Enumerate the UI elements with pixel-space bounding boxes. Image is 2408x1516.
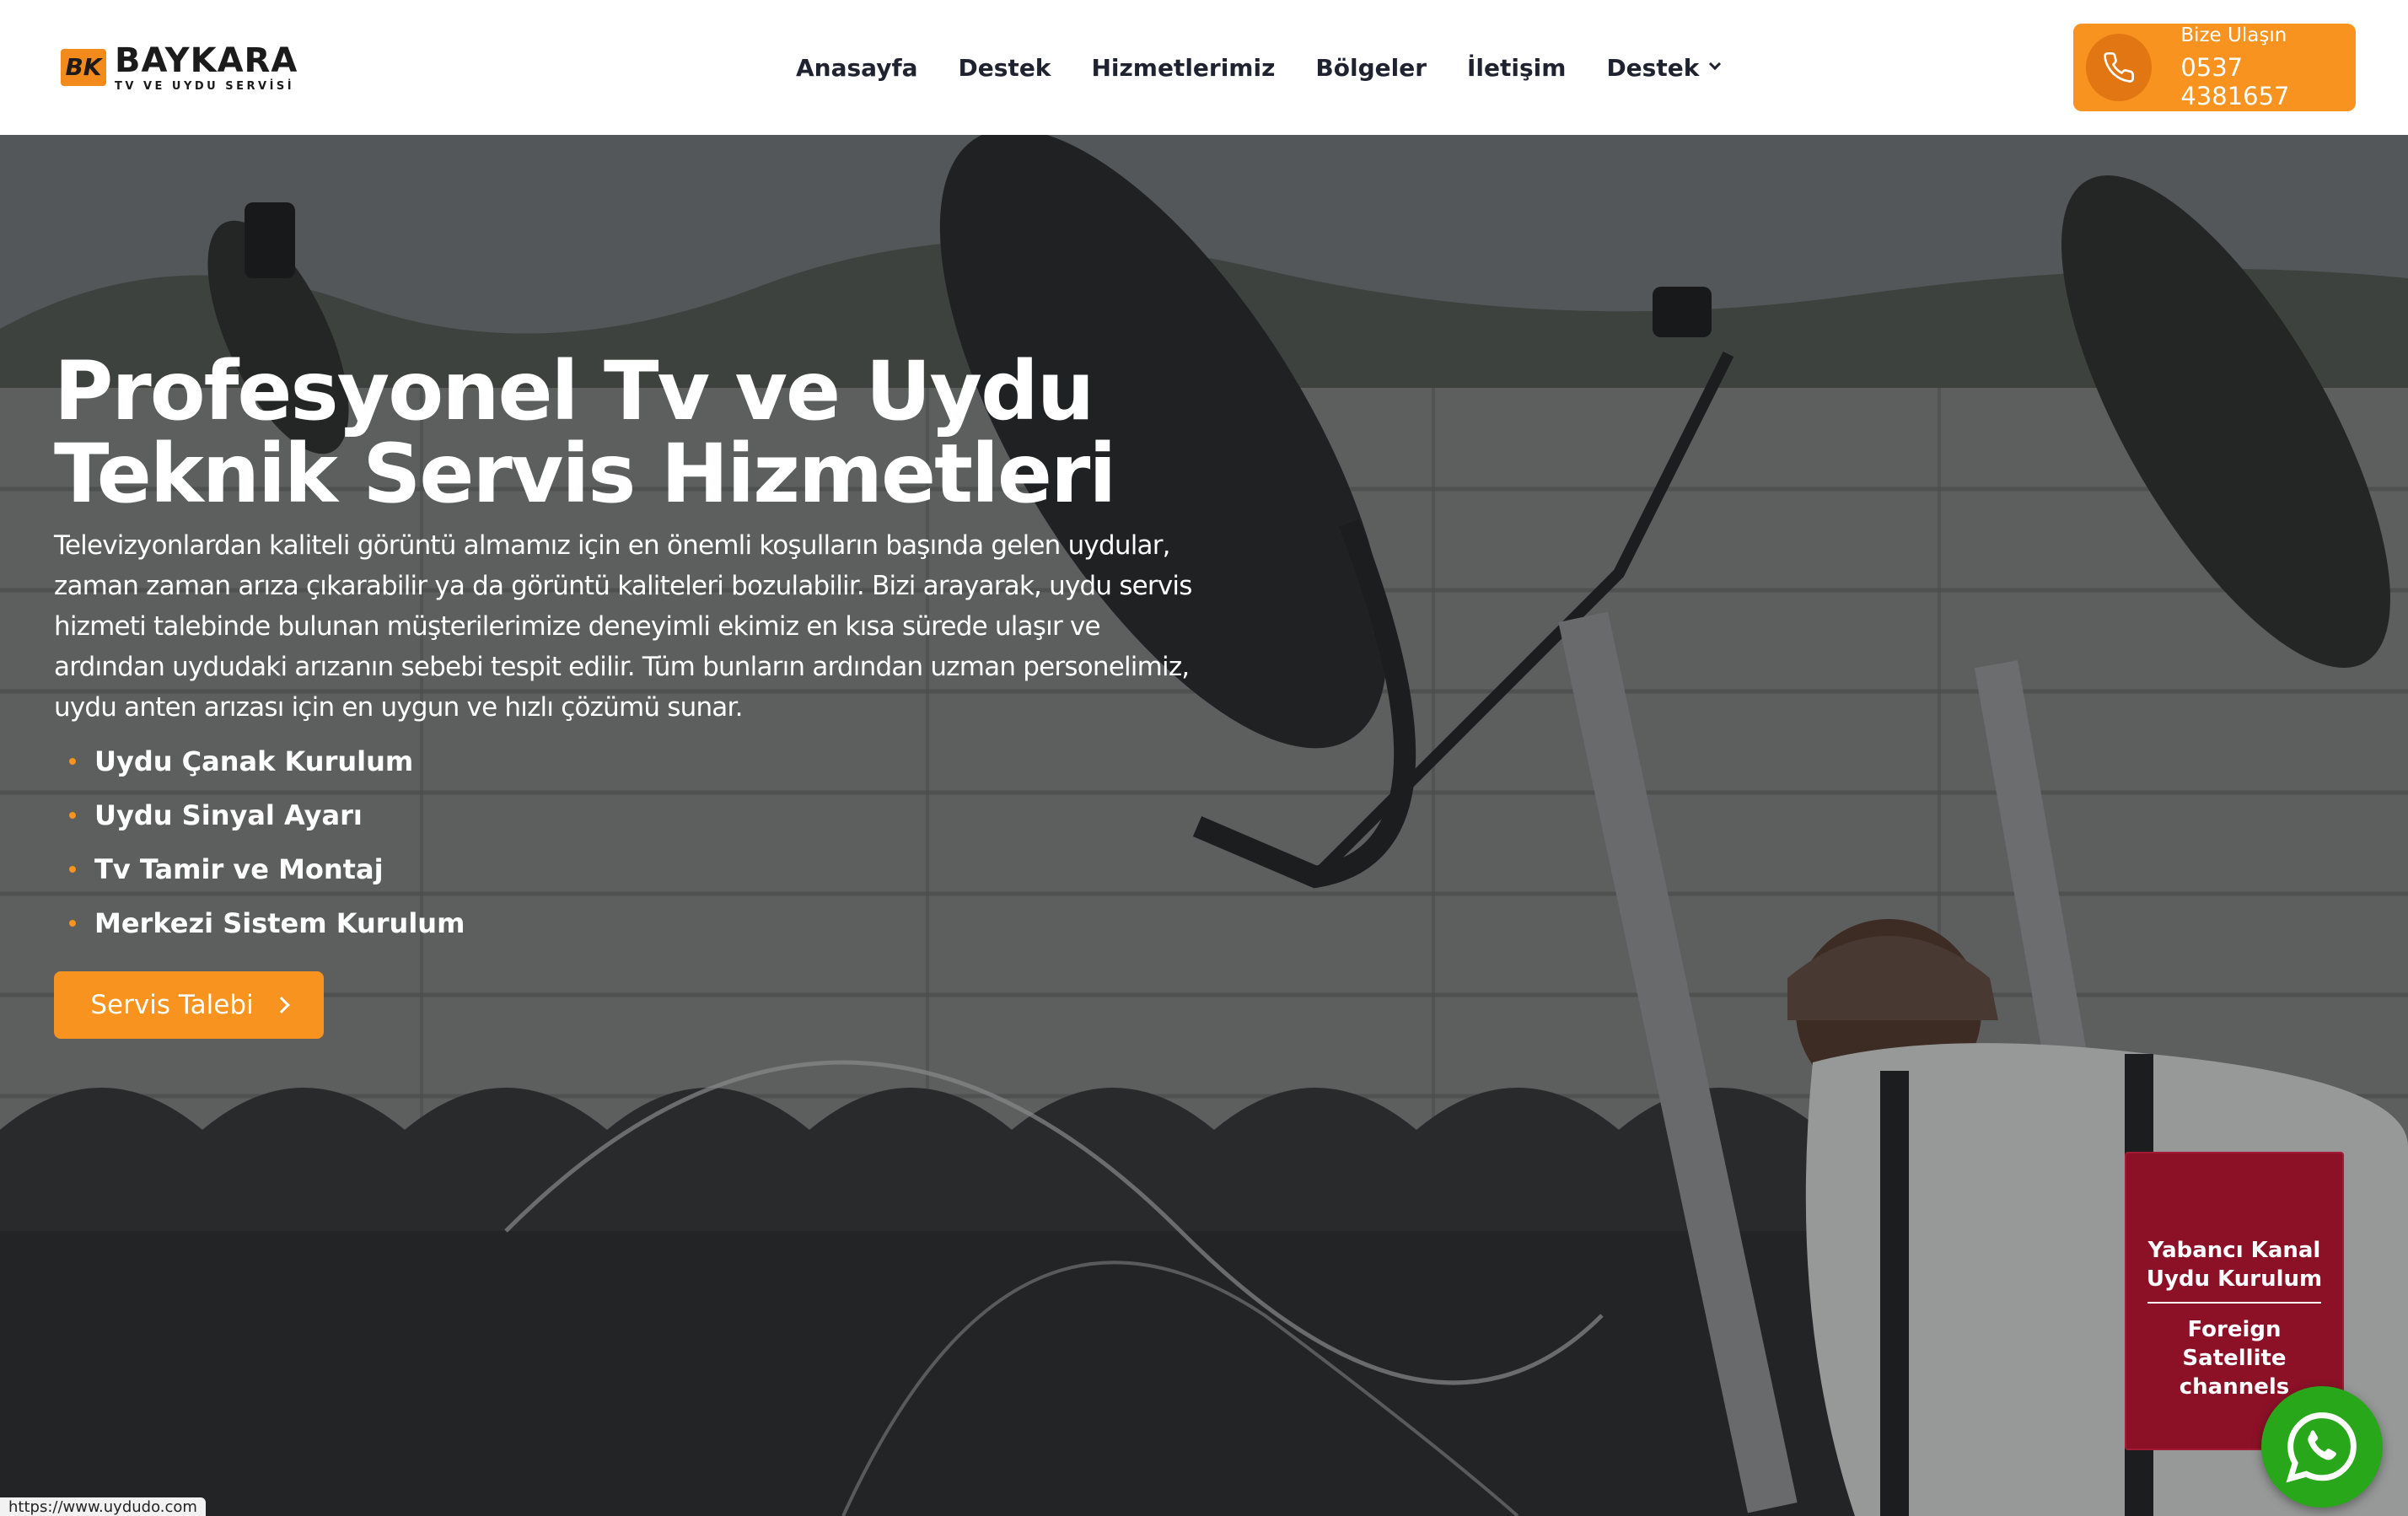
foreign-card-divider <box>2147 1302 2321 1304</box>
cta-label: Servis Talebi <box>90 990 254 1020</box>
whatsapp-icon <box>2286 1412 2357 1483</box>
brand-tagline: TV VE UYDU SERVİSİ <box>115 79 295 93</box>
service-item: Merkezi Sistem Kurulum <box>54 896 1251 950</box>
foreign-card-sub-line-1: Foreign <box>2187 1317 2282 1342</box>
service-label: Merkezi Sistem Kurulum <box>94 907 465 939</box>
logo-mark: BK <box>61 49 106 86</box>
hero-title: Profesyonel Tv ve Uydu Teknik Servis Hiz… <box>54 350 1251 515</box>
contact-label: Bize Ulaşın <box>2180 24 2287 46</box>
nav-item-anasayfa[interactable]: Anasayfa <box>796 54 918 82</box>
contact-button[interactable]: Bize Ulaşın 0537 4381657 <box>2073 24 2356 111</box>
nav-item-hizmetlerimiz[interactable]: Hizmetlerimiz <box>1091 54 1275 82</box>
service-item: Uydu Çanak Kurulum <box>54 734 1251 788</box>
bullet-icon <box>69 866 76 873</box>
main-nav: Anasayfa Destek Hizmetlerimiz Bölgeler İ… <box>796 49 1722 86</box>
service-label: Tv Tamir ve Montaj <box>94 853 384 885</box>
hero-title-line-1: Profesyonel Tv ve Uydu <box>54 344 1094 438</box>
brand-name: BAYKARA <box>115 40 298 80</box>
service-label: Uydu Sinyal Ayarı <box>94 799 363 831</box>
service-label: Uydu Çanak Kurulum <box>94 745 414 777</box>
bullet-icon <box>69 812 76 819</box>
nav-item-iletisim[interactable]: İletişim <box>1467 54 1566 82</box>
contact-phone-number: 0537 4381657 <box>2180 53 2290 110</box>
foreign-card-title: Yabancı Kanal Uydu Kurulum <box>2126 1236 2342 1293</box>
chevron-down-icon <box>1709 57 1722 71</box>
phone-icon <box>2086 34 2153 101</box>
status-bar-url: https://www.uydudo.com <box>0 1497 206 1516</box>
brand-logo[interactable]: BK BAYKARA TV VE UYDU SERVİSİ <box>61 39 298 96</box>
hero-section: Profesyonel Tv ve Uydu Teknik Servis Hiz… <box>0 135 2408 1516</box>
service-request-button[interactable]: Servis Talebi <box>54 971 324 1039</box>
service-item: Uydu Sinyal Ayarı <box>54 788 1251 842</box>
bullet-icon <box>69 758 76 765</box>
hero-title-line-2: Teknik Servis Hizmetleri <box>54 427 1116 521</box>
logo-text: BAYKARA TV VE UYDU SERVİSİ <box>115 44 298 92</box>
foreign-card-title-line-2: Uydu Kurulum <box>2146 1266 2323 1292</box>
nav-item-bolgeler[interactable]: Bölgeler <box>1315 54 1427 82</box>
hero-content: Profesyonel Tv ve Uydu Teknik Servis Hiz… <box>54 350 1251 950</box>
nav-item-destek[interactable]: Destek <box>959 54 1051 82</box>
whatsapp-button[interactable] <box>2261 1386 2383 1508</box>
nav-dropdown-label: Destek <box>1606 53 1700 82</box>
chevron-right-icon <box>272 997 290 1013</box>
site-header: BK BAYKARA TV VE UYDU SERVİSİ Anasayfa D… <box>0 0 2408 135</box>
nav-item-destek-dropdown[interactable]: Destek <box>1606 53 1722 82</box>
service-item: Tv Tamir ve Montaj <box>54 842 1251 896</box>
contact-text: Bize Ulaşın 0537 4381657 <box>2180 24 2356 110</box>
service-list: Uydu Çanak Kurulum Uydu Sinyal Ayarı Tv … <box>54 734 1251 950</box>
foreign-card-title-line-1: Yabancı Kanal <box>2147 1238 2321 1263</box>
foreign-card-sub-line-3: channels <box>2179 1374 2290 1400</box>
foreign-card-sub-line-2: Satellite <box>2182 1346 2287 1371</box>
hero-description: Televizyonlardan kaliteli görüntü almamı… <box>54 530 1192 723</box>
bullet-icon <box>69 920 76 927</box>
